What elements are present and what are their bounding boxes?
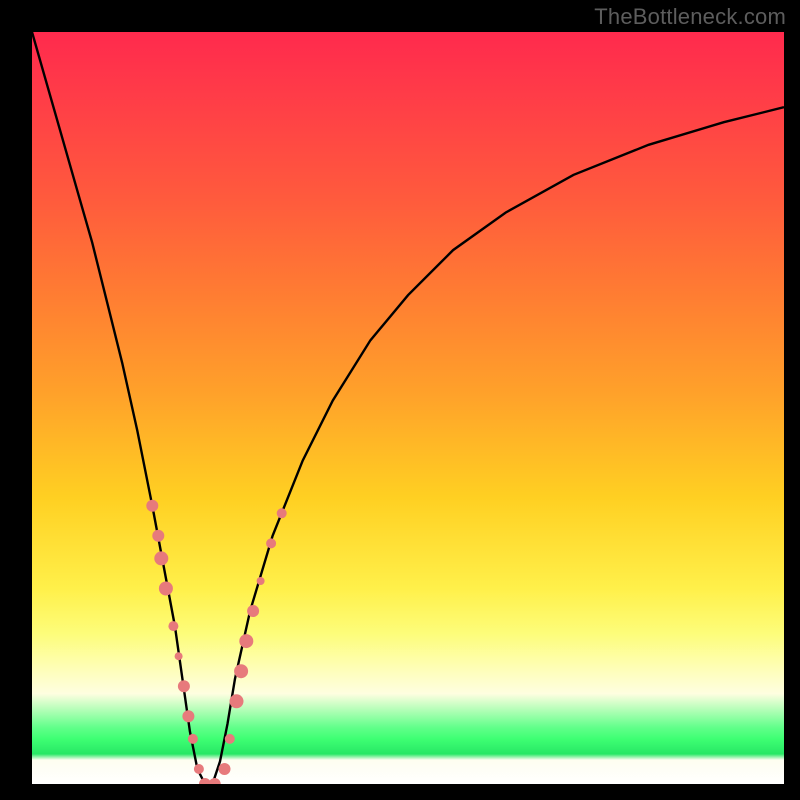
watermark-text: TheBottleneck.com	[594, 4, 786, 30]
curve-marker	[219, 763, 231, 775]
curve-marker	[266, 538, 276, 548]
curve-marker	[225, 734, 235, 744]
curve-marker	[234, 664, 248, 678]
bottleneck-curve	[32, 32, 784, 784]
curve-marker	[152, 530, 164, 542]
curve-marker	[168, 621, 178, 631]
curve-marker	[182, 710, 194, 722]
curve-marker	[230, 694, 244, 708]
curve-marker	[277, 508, 287, 518]
curve-marker	[178, 680, 190, 692]
curve-marker	[188, 734, 198, 744]
curve-markers	[146, 500, 286, 784]
curve-marker	[159, 582, 173, 596]
curve-marker	[239, 634, 253, 648]
chart-frame: TheBottleneck.com	[0, 0, 800, 800]
curve-marker	[175, 652, 183, 660]
curve-marker	[209, 778, 221, 784]
curve-marker	[154, 551, 168, 565]
curve-marker	[194, 764, 204, 774]
curve-marker	[247, 605, 259, 617]
curve-marker	[146, 500, 158, 512]
curve-marker	[257, 577, 265, 585]
chart-plot-area	[32, 32, 784, 784]
chart-svg	[32, 32, 784, 784]
